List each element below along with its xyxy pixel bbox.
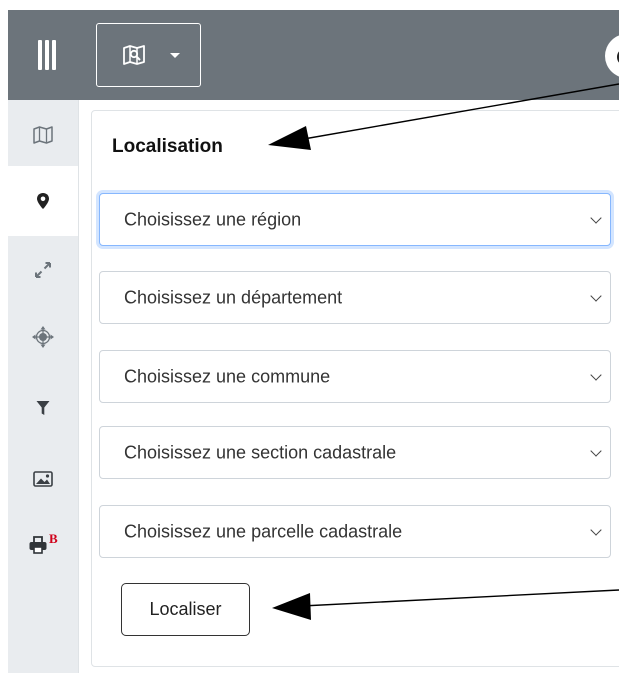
departement-select-value: Choisissez un département [124, 287, 343, 307]
map-icon [33, 126, 53, 144]
chevron-down-icon [590, 289, 602, 302]
image-icon [33, 471, 53, 487]
departement-select[interactable]: Choisissez un département [99, 271, 611, 324]
sidebar-item-print[interactable]: B [8, 510, 78, 580]
section-cadastrale-select-value: Choisissez une section cadastrale [124, 442, 397, 462]
map-menu-dropdown[interactable] [96, 23, 201, 87]
sidebar: B [8, 100, 79, 673]
sidebar-item-location[interactable] [8, 166, 78, 236]
region-select-value: Choisissez une région [124, 209, 302, 229]
chevron-down-icon [590, 444, 602, 457]
chevron-down-icon [590, 211, 602, 224]
chevron-down-icon [590, 523, 602, 536]
parcelle-cadastrale-select-value: Choisissez une parcelle cadastrale [124, 521, 403, 541]
sidebar-item-filter[interactable] [8, 373, 78, 443]
top-navbar [8, 10, 619, 100]
commune-select-value: Choisissez une commune [124, 366, 331, 386]
region-select[interactable]: Choisissez une région [99, 193, 611, 246]
sidebar-item-move[interactable] [8, 302, 78, 372]
panel-title: Localisation [112, 136, 223, 157]
section-cadastrale-select[interactable]: Choisissez une section cadastrale [99, 426, 611, 479]
filter-icon [36, 401, 50, 415]
user-avatar[interactable] [605, 34, 619, 78]
sidebar-item-image[interactable] [8, 444, 78, 514]
chevron-down-icon [170, 53, 180, 58]
location-pin-icon [37, 193, 49, 209]
localiser-button[interactable]: Localiser [121, 583, 250, 636]
sidebar-item-map[interactable] [8, 100, 78, 170]
sidebar-item-expand[interactable] [8, 235, 78, 305]
move-arrows-icon [32, 326, 54, 348]
parcelle-cadastrale-select[interactable]: Choisissez une parcelle cadastrale [99, 505, 611, 558]
print-badge: B [49, 533, 58, 546]
app-window: B Localisation Choisissez une région Cho… [0, 0, 619, 673]
map-icon [123, 45, 145, 65]
chevron-down-icon [590, 368, 602, 381]
expand-icon [35, 262, 51, 278]
hamburger-icon[interactable] [38, 40, 60, 70]
commune-select[interactable]: Choisissez une commune [99, 350, 611, 403]
print-icon: B [29, 533, 58, 554]
